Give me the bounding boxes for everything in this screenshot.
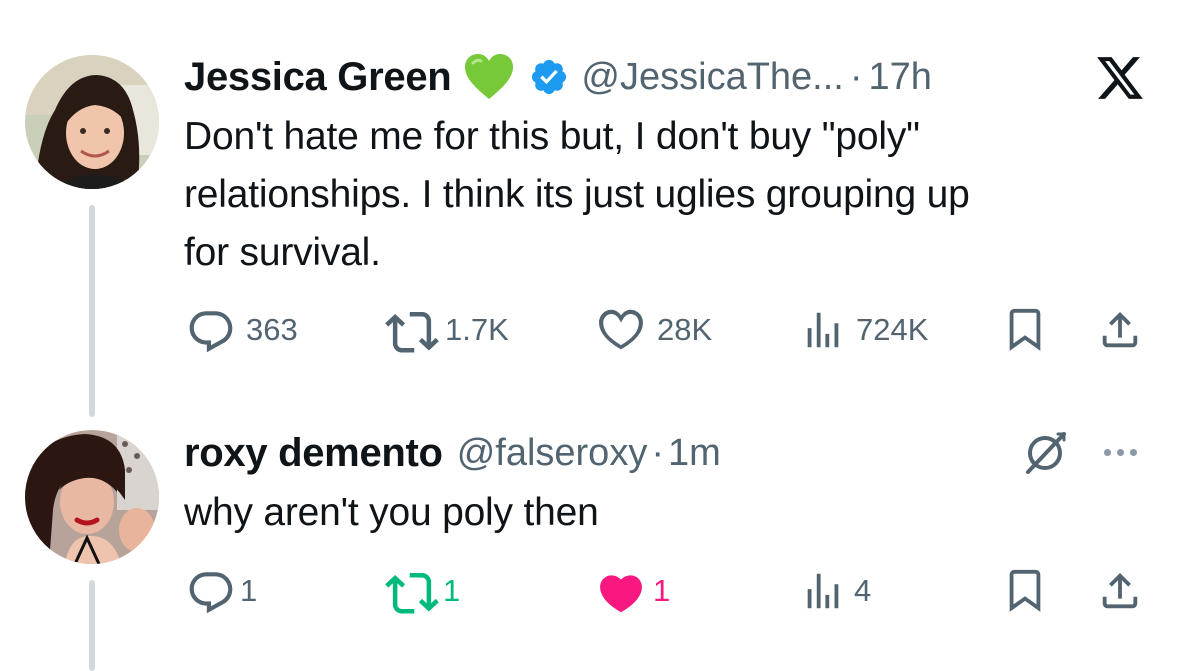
reply-retweet-button[interactable]: 1 — [385, 568, 460, 614]
views-button[interactable]: 724K — [800, 307, 928, 353]
like-count: 28K — [657, 312, 713, 347]
retweet-count: 1.7K — [445, 312, 509, 347]
reply-icon — [186, 307, 236, 353]
retweet-button[interactable]: 1.7K — [385, 307, 509, 353]
reply-like-button[interactable]: 1 — [595, 568, 670, 614]
reply-retweet-count: 1 — [443, 573, 461, 608]
author-name[interactable]: Jessica Green — [184, 55, 452, 100]
tweet-text-line-2: relationships. I think its just uglies g… — [184, 173, 970, 216]
reply-separator-dot: · — [651, 431, 664, 474]
share-button[interactable] — [1097, 306, 1143, 354]
reply-views-button[interactable]: 4 — [800, 568, 871, 614]
reply-count: 363 — [246, 312, 298, 347]
reply-button[interactable]: 363 — [186, 307, 298, 353]
author-handle[interactable]: @JessicaThe... — [581, 56, 843, 98]
tweet-text: Don't hate me for this but, I don't buy … — [184, 108, 970, 282]
reply-author-handle[interactable]: @falseroxy — [457, 432, 648, 474]
separator-dot: · — [849, 55, 863, 98]
reply-retweet-icon — [385, 568, 439, 614]
grok-icon — [1022, 430, 1068, 476]
reply-share-icon — [1097, 567, 1143, 615]
reply-bookmark-button[interactable] — [1005, 568, 1045, 614]
avatar-jessica[interactable] — [25, 55, 159, 189]
grok-button[interactable] — [1022, 430, 1068, 476]
reply-like-count: 1 — [653, 573, 671, 608]
heart-icon — [595, 307, 647, 353]
avatar-roxy[interactable] — [25, 430, 159, 564]
like-button[interactable]: 28K — [595, 307, 712, 353]
views-icon — [800, 307, 846, 353]
verified-badge-icon[interactable] — [529, 57, 569, 97]
reply-views-count: 4 — [854, 573, 872, 608]
thread-line-bottom — [89, 580, 95, 671]
reply-heart-icon — [595, 568, 647, 614]
reply-reply-icon — [186, 568, 236, 614]
tweet-header: Jessica Green @JessicaThe... · 17h — [184, 52, 932, 102]
reply-text: why aren't you poly then — [184, 491, 599, 534]
thread-line-top — [89, 205, 95, 417]
tweet-text-line-3: for survival. — [184, 231, 381, 274]
bookmark-button[interactable] — [1005, 307, 1045, 353]
views-count: 724K — [856, 312, 929, 347]
reply-share-button[interactable] — [1097, 567, 1143, 615]
bookmark-icon — [1005, 307, 1045, 353]
x-logo-icon[interactable] — [1095, 55, 1145, 106]
tweet-time[interactable]: 17h — [869, 56, 932, 98]
reply-bookmark-icon — [1005, 568, 1045, 614]
reply-header: roxy demento @falseroxy · 1m — [184, 428, 721, 478]
green-heart-icon — [463, 53, 515, 101]
reply-views-icon — [800, 568, 846, 614]
tweet-thread: Jessica Green @JessicaThe... · 17h Don't h… — [0, 0, 1179, 671]
reply-reply-count: 1 — [240, 573, 258, 608]
retweet-icon — [385, 307, 439, 353]
reply-time[interactable]: 1m — [668, 432, 721, 474]
more-icon[interactable] — [1104, 449, 1137, 456]
tweet-text-line-1: Don't hate me for this but, I don't buy … — [184, 115, 920, 158]
reply-author-name[interactable]: roxy demento — [184, 431, 443, 476]
share-icon — [1097, 306, 1143, 354]
reply-reply-button[interactable]: 1 — [186, 568, 257, 614]
